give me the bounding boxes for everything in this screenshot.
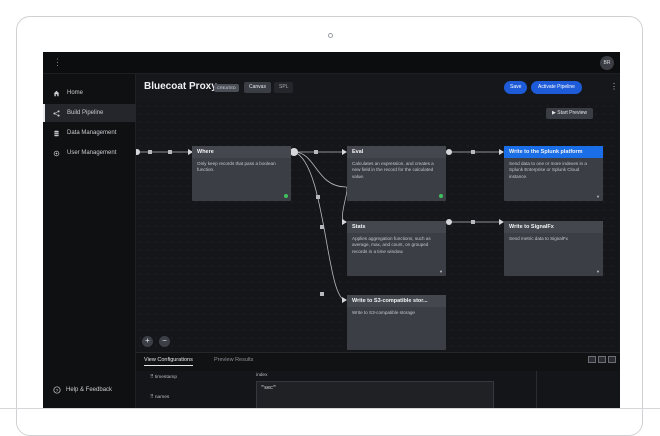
tab-canvas[interactable]: Canvas (244, 82, 271, 93)
sidebar-item-label: User Management (67, 150, 117, 156)
help-icon: ? (53, 386, 61, 394)
pipeline-icon (53, 109, 60, 117)
tab-view-configurations[interactable]: View Configurations (144, 357, 193, 366)
config-panel: View Configurations Preview Results ⠿ ti… (136, 352, 620, 408)
help-label: Help & Feedback (66, 386, 113, 393)
node-description: Only keep records that pass a boolean fu… (197, 161, 276, 173)
avatar[interactable]: BR (600, 56, 614, 70)
sidebar-item-user-management[interactable]: User Management (43, 144, 136, 162)
valid-status-icon (284, 194, 288, 198)
node-title: Write to the Splunk platform (504, 146, 603, 158)
activate-pipeline-button[interactable]: Activate Pipeline (531, 81, 582, 94)
sidebar: Home Build Pipeline Data Management User… (43, 74, 136, 408)
index-expression-editor[interactable]: "sec" (256, 381, 494, 408)
tab-spl[interactable]: SPL (274, 82, 294, 93)
node-write-signalfx[interactable]: Write to SignalFx Send metric data to Si… (504, 221, 603, 276)
gear-icon (53, 150, 60, 157)
help-feedback-link[interactable]: ? Help & Feedback (53, 386, 113, 394)
filter-icon: ▼ (439, 269, 443, 274)
side-pane (536, 371, 620, 408)
status-badge: CREATED (214, 84, 239, 92)
pipeline-header: Bluecoat Proxy CREATED Canvas SPL Save A… (136, 74, 620, 102)
home-icon (53, 90, 60, 97)
sidebar-item-label: Data Management (67, 130, 117, 136)
node-description: Send metric data to SignalFx (509, 236, 568, 241)
node-write-s3[interactable]: Write to S3-compatible stor... Write to … (347, 295, 446, 350)
node-eval[interactable]: Eval Calculates an expression, and creat… (347, 146, 446, 201)
more-options-icon[interactable]: ⋮ (610, 82, 618, 91)
node-description: Applies aggregation functions, such as a… (352, 236, 431, 254)
node-title: Eval (347, 146, 446, 158)
node-title: Stats (347, 221, 446, 233)
app-screen: ⋮ BR Home Build Pipeline Data Management (43, 52, 620, 408)
layout-bottom-icon[interactable] (598, 356, 606, 363)
field-label: timestamp (154, 375, 177, 380)
zoom-in-button[interactable]: + (142, 336, 153, 347)
layout-full-icon[interactable] (608, 356, 616, 363)
node-where[interactable]: Where Only keep records that pass a bool… (192, 146, 291, 201)
node-description: Send data to one or more indexes in a Sp… (509, 161, 587, 179)
index-label: index (256, 373, 268, 378)
node-description: Write to S3-compatible storage (352, 310, 415, 315)
panel-layout-toggles (588, 356, 616, 363)
field-label: names (154, 395, 170, 400)
sidebar-item-label: Build Pipeline (67, 110, 104, 116)
pipeline-canvas[interactable]: ▶ Start Preview Where Only keep records … (136, 102, 620, 352)
config-fields: ⠿ timestamp ⠿ names index "sec" (136, 371, 620, 408)
save-button[interactable]: Save (504, 81, 528, 94)
filter-icon: ▼ (596, 194, 600, 199)
app-menu-icon[interactable]: ⋮ (53, 57, 62, 68)
sidebar-item-home[interactable]: Home (43, 84, 136, 102)
layout-split-icon[interactable] (588, 356, 596, 363)
node-description: Calculates an expression, and creates a … (352, 161, 434, 179)
zoom-out-button[interactable]: − (159, 336, 170, 347)
valid-status-icon (439, 194, 443, 198)
camera-icon (328, 33, 333, 38)
node-title: Where (192, 146, 291, 158)
sidebar-item-data-management[interactable]: Data Management (43, 124, 136, 142)
filter-icon: ▼ (596, 269, 600, 274)
node-stats[interactable]: Stats Applies aggregation functions, suc… (347, 221, 446, 276)
sidebar-item-build-pipeline[interactable]: Build Pipeline (43, 104, 136, 122)
node-write-splunk[interactable]: Write to the Splunk platform Send data t… (504, 146, 603, 201)
node-title: Write to S3-compatible stor... (347, 295, 446, 307)
laptop-base-line (0, 408, 660, 409)
tab-preview-results[interactable]: Preview Results (214, 357, 253, 363)
field-item[interactable]: ⠿ timestamp (150, 375, 177, 380)
top-bar: ⋮ BR (43, 52, 620, 74)
svg-text:?: ? (56, 388, 59, 394)
node-title: Write to SignalFx (504, 221, 603, 233)
field-item[interactable]: ⠿ names (150, 395, 169, 400)
database-icon (53, 130, 60, 137)
code-value: "sec" (261, 385, 277, 391)
page-title: Bluecoat Proxy (144, 81, 217, 92)
main-area: Bluecoat Proxy CREATED Canvas SPL Save A… (136, 74, 620, 408)
sidebar-item-label: Home (67, 90, 84, 96)
